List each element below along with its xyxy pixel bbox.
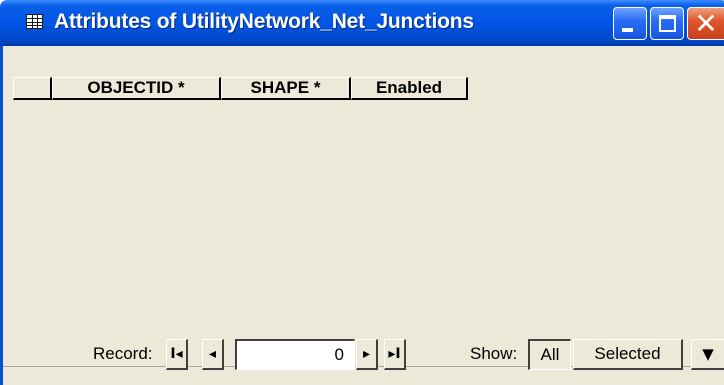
show-label: Show: xyxy=(470,344,518,363)
client-area: OBJECTID * SHAPE * Enabled xyxy=(0,46,724,385)
first-record-button[interactable]: I◂ xyxy=(166,339,188,370)
maximize-icon xyxy=(659,15,676,32)
column-header-shape[interactable]: SHAPE * xyxy=(221,77,351,100)
record-number-field[interactable]: 0 xyxy=(235,339,355,370)
maximize-button[interactable] xyxy=(650,7,684,40)
window-title: Attributes of UtilityNetwork_Net_Junctio… xyxy=(54,10,474,33)
close-button[interactable]: ✕ xyxy=(687,7,724,40)
attributes-window: Attributes of UtilityNetwork_Net_Junctio… xyxy=(0,0,724,385)
previous-record-button[interactable]: ◂ xyxy=(202,339,224,370)
next-record-icon: ▸ xyxy=(362,346,371,362)
column-header-objectid[interactable]: OBJECTID * xyxy=(52,77,221,100)
record-label: Record: xyxy=(93,344,153,363)
last-record-button[interactable]: ▸I xyxy=(384,339,406,370)
title-bar[interactable]: Attributes of UtilityNetwork_Net_Junctio… xyxy=(0,0,724,46)
minimize-icon xyxy=(622,28,633,32)
dropdown-arrow-icon: ▼ xyxy=(702,345,714,363)
column-header-enabled[interactable]: Enabled xyxy=(351,77,468,100)
row-selector-header[interactable] xyxy=(13,77,52,100)
table-icon xyxy=(26,14,43,29)
options-dropdown-button[interactable]: ▼ xyxy=(691,339,724,370)
last-record-icon: ▸I xyxy=(388,346,401,362)
previous-record-icon: ◂ xyxy=(208,346,217,362)
next-record-button[interactable]: ▸ xyxy=(356,339,378,370)
first-record-icon: I◂ xyxy=(170,346,183,362)
show-all-button[interactable]: All xyxy=(528,339,571,370)
close-icon: ✕ xyxy=(694,7,718,40)
show-selected-button[interactable]: Selected xyxy=(573,339,683,370)
minimize-button[interactable] xyxy=(613,7,647,40)
